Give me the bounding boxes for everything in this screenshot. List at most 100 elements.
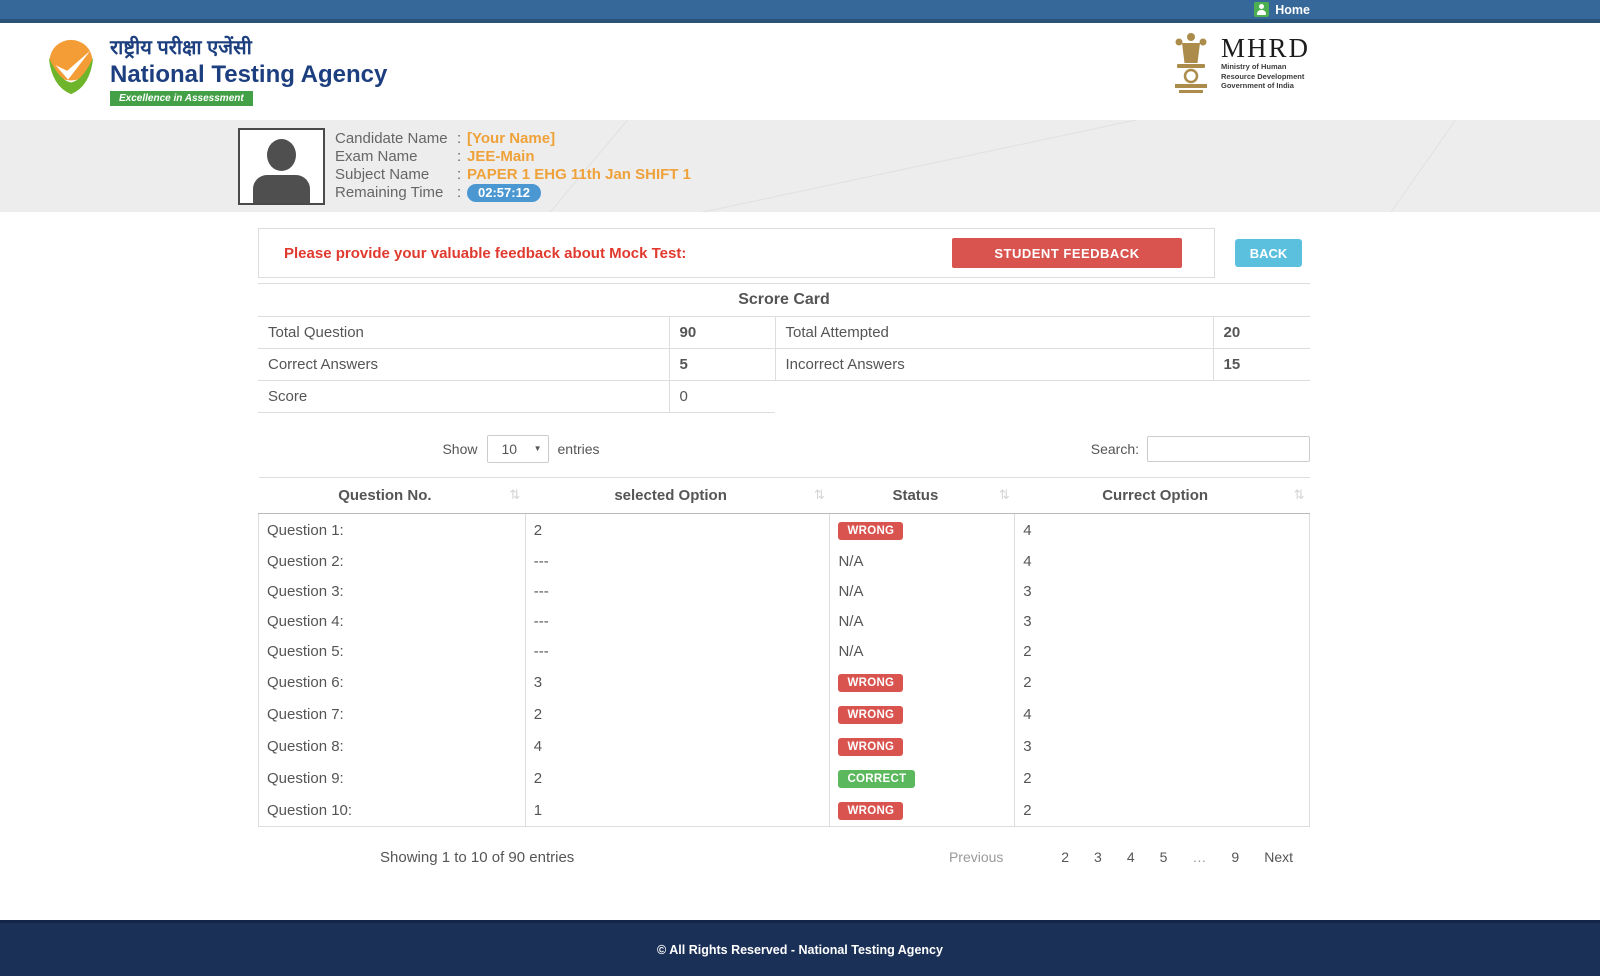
question-cell: Question 1: [259,514,526,547]
back-button[interactable]: BACK [1235,239,1302,267]
status-text: N/A [838,553,863,570]
status-cell: WRONG [830,794,1015,827]
nta-logo-icon [42,36,100,120]
candidate-info: Candidate Name:[Your Name]Exam Name:JEE-… [335,128,691,205]
table-row: Question 1:2 WRONG 4 [259,514,1310,547]
feedback-panel: Please provide your valuable feedback ab… [258,228,1215,278]
status-text: N/A [838,613,863,630]
pagination-ellipsis[interactable]: … [1183,844,1215,870]
selected-option-cell: 2 [525,762,830,794]
correct-option-cell: 3 [1015,576,1310,606]
search-label: Search: [1091,441,1139,457]
pagination-page[interactable]: 2 [1052,844,1078,870]
main-content: Please provide your valuable feedback ab… [258,212,1310,920]
status-badge: WRONG [838,674,903,692]
column-header[interactable]: Currect Option⇅ [1015,478,1310,514]
score-card-row: Total Question 90 Total Attempted 20 [258,317,1310,349]
table-row: Question 4:--- N/A 3 [259,606,1310,636]
stat-label: Total Attempted [775,317,1213,349]
home-button-label: Home [1275,3,1310,17]
mhrd-line-1: Ministry of Human [1221,62,1310,72]
candidate-label: Remaining Time [335,184,457,202]
correct-option-cell: 4 [1015,698,1310,730]
candidate-label: Exam Name [335,148,457,166]
question-cell: Question 7: [259,698,526,730]
column-header[interactable]: selected Option⇅ [525,478,830,514]
selected-option-cell: --- [525,606,830,636]
search-control: Search: [1091,436,1310,462]
selected-option-cell: 1 [525,794,830,827]
results-table: Question No.⇅selected Option⇅Status⇅Curr… [258,477,1310,827]
stat-value: 20 [1213,317,1310,349]
status-cell: WRONG [830,698,1015,730]
pagination-page[interactable]: 3 [1085,844,1111,870]
entries-label: entries [558,441,600,457]
nta-brand: राष्ट्रीय परीक्षा एजेंसी National Testin… [42,36,387,120]
ashoka-emblem-icon [1170,30,1212,120]
question-cell: Question 2: [259,546,526,576]
table-row: Question 6:3WRONG2 [259,666,1310,698]
score-card-row: Score 0 [258,381,1310,413]
pagination-page-current[interactable]: 1 [1019,844,1045,870]
status-badge: WRONG [838,706,903,724]
correct-option-cell: 2 [1015,666,1310,698]
sort-icon: ⇅ [814,487,825,503]
question-cell: Question 4: [259,606,526,636]
status-cell: CORRECT [830,762,1015,794]
home-button[interactable]: Home [1254,2,1310,17]
student-feedback-button[interactable]: STUDENT FEEDBACK [952,238,1182,268]
sort-icon: ⇅ [999,487,1010,503]
status-cell: WRONG [830,514,1015,547]
correct-option-cell: 3 [1015,606,1310,636]
person-icon [267,139,296,171]
status-text: N/A [838,643,863,660]
stat-value: 15 [1213,349,1310,381]
sort-icon: ⇅ [509,487,520,503]
status-cell: N/A [830,636,1015,666]
question-cell: Question 3: [259,576,526,606]
status-cell: N/A [830,576,1015,606]
status-badge: WRONG [838,802,903,820]
status-cell: N/A [830,606,1015,636]
show-label: Show [442,441,477,457]
table-row: Question 2:--- N/A 4 [259,546,1310,576]
table-row: Question 10:1WRONG2 [259,794,1310,827]
copyright-text: © All Rights Reserved - National Testing… [657,943,943,957]
correct-option-cell: 2 [1015,762,1310,794]
selected-option-cell: 2 [525,514,830,547]
correct-option-cell: 4 [1015,546,1310,576]
pagination: Previous 12345… 9 Next [933,844,1302,870]
table-row: Question 9:2CORRECT2 [259,762,1310,794]
candidate-row: Remaining Time:02:57:12 [335,184,691,202]
sort-icon: ⇅ [1294,487,1305,503]
mhrd-abbr: MHRD [1221,34,1310,62]
status-badge: WRONG [838,522,903,540]
mhrd-brand: MHRD Ministry of Human Resource Developm… [1170,30,1310,120]
selected-option-cell: 4 [525,730,830,762]
correct-option-cell: 3 [1015,730,1310,762]
nta-tagline-badge: Excellence in Assessment [110,91,253,106]
entries-select[interactable]: 10 [487,435,549,463]
nta-hindi-name: राष्ट्रीय परीक्षा एजेंसी [110,36,387,61]
selected-option-cell: 3 [525,666,830,698]
correct-option-cell: 4 [1015,514,1310,547]
stat-value: 90 [669,317,775,349]
candidate-value: [Your Name] [467,130,555,148]
search-input[interactable] [1147,436,1310,462]
question-cell: Question 10: [259,794,526,827]
column-header[interactable]: Question No.⇅ [259,478,526,514]
score-card-title: Scrore Card [258,284,1310,317]
selected-option-cell: --- [525,546,830,576]
score-card-table: Scrore Card Total Question 90 Total Atte… [258,283,1310,413]
feedback-message: Please provide your valuable feedback ab… [284,245,686,262]
mhrd-line-2: Resource Development [1221,72,1310,82]
pagination-previous[interactable]: Previous [940,844,1012,870]
pagination-page[interactable]: 5 [1151,844,1177,870]
pagination-page[interactable]: 4 [1118,844,1144,870]
pagination-next[interactable]: Next [1255,844,1302,870]
remaining-time-value: 02:57:12 [467,184,541,202]
pagination-page[interactable]: 9 [1222,844,1248,870]
entries-length-control: Show 10 ▼ entries [258,435,784,463]
column-header[interactable]: Status⇅ [830,478,1015,514]
decorative-line [656,120,1145,212]
